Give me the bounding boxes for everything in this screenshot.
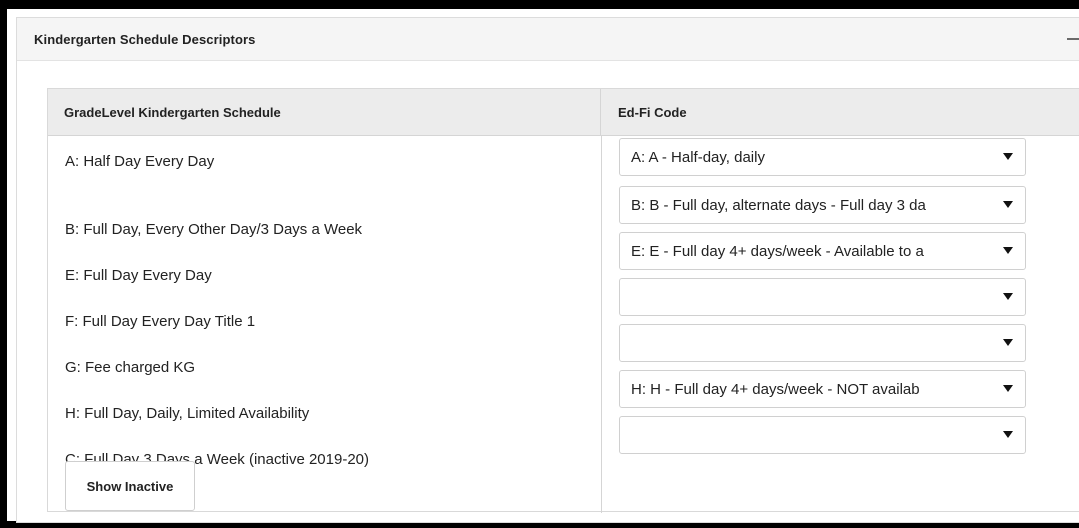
schedule-mapping-table: GradeLevel Kindergarten Schedule Ed-Fi C…	[47, 88, 1079, 513]
column-header-edfi-code[interactable]: Ed-Fi Code	[601, 89, 1079, 135]
select-value	[631, 279, 991, 315]
edfi-code-select[interactable]: H: H - Full day 4+ days/week - NOT avail…	[619, 370, 1026, 408]
caret-down-icon	[1003, 247, 1013, 254]
schedule-label: F: Full Day Every Day Title 1	[65, 312, 256, 330]
collapse-minus-icon[interactable]	[1049, 24, 1079, 54]
edfi-code-select[interactable]	[619, 416, 1026, 454]
caret-down-icon	[1003, 431, 1013, 438]
select-value: E: E - Full day 4+ days/week - Available…	[631, 242, 924, 260]
edfi-code-select[interactable]: B: B - Full day, alternate days - Full d…	[619, 186, 1026, 224]
screen-border-left	[0, 0, 7, 528]
select-value: H: H - Full day 4+ days/week - NOT avail…	[631, 380, 920, 398]
select-value: A: A - Half-day, daily	[631, 148, 765, 166]
kindergarten-schedule-panel: Kindergarten Schedule Descriptors GradeL…	[16, 17, 1079, 523]
select-value	[631, 417, 991, 453]
schedule-label: E: Full Day Every Day	[65, 266, 212, 284]
schedule-label: A: Half Day Every Day	[65, 152, 215, 170]
table-header: GradeLevel Kindergarten Schedule Ed-Fi C…	[48, 89, 1079, 136]
caret-down-icon	[1003, 153, 1013, 160]
show-inactive-button[interactable]: Show Inactive	[65, 461, 195, 511]
select-value	[631, 325, 991, 361]
caret-down-icon	[1003, 385, 1013, 392]
caret-down-icon	[1003, 201, 1013, 208]
schedule-label: G: Fee charged KG	[65, 358, 196, 376]
edfi-code-select[interactable]: E: E - Full day 4+ days/week - Available…	[619, 232, 1026, 270]
caret-down-icon	[1003, 293, 1013, 300]
select-value: B: B - Full day, alternate days - Full d…	[631, 196, 926, 214]
table-row: A: Half Day Every Day A: A - Half-day, d…	[48, 138, 1079, 184]
panel-title: Kindergarten Schedule Descriptors	[34, 31, 256, 47]
schedule-label: B: Full Day, Every Other Day/3 Days a We…	[65, 220, 363, 238]
table-row: C: Full Day 3 Days a Week (inactive 2019…	[48, 416, 1079, 482]
edfi-code-select[interactable]	[619, 324, 1026, 362]
schedule-label: H: Full Day, Daily, Limited Availability	[65, 404, 310, 422]
edfi-code-select[interactable]: A: A - Half-day, daily	[619, 138, 1026, 176]
column-header-schedule[interactable]: GradeLevel Kindergarten Schedule	[48, 89, 601, 135]
caret-down-icon	[1003, 339, 1013, 346]
screen-border-top	[0, 0, 1079, 9]
panel-header[interactable]: Kindergarten Schedule Descriptors	[17, 18, 1079, 61]
edfi-code-select[interactable]	[619, 278, 1026, 316]
